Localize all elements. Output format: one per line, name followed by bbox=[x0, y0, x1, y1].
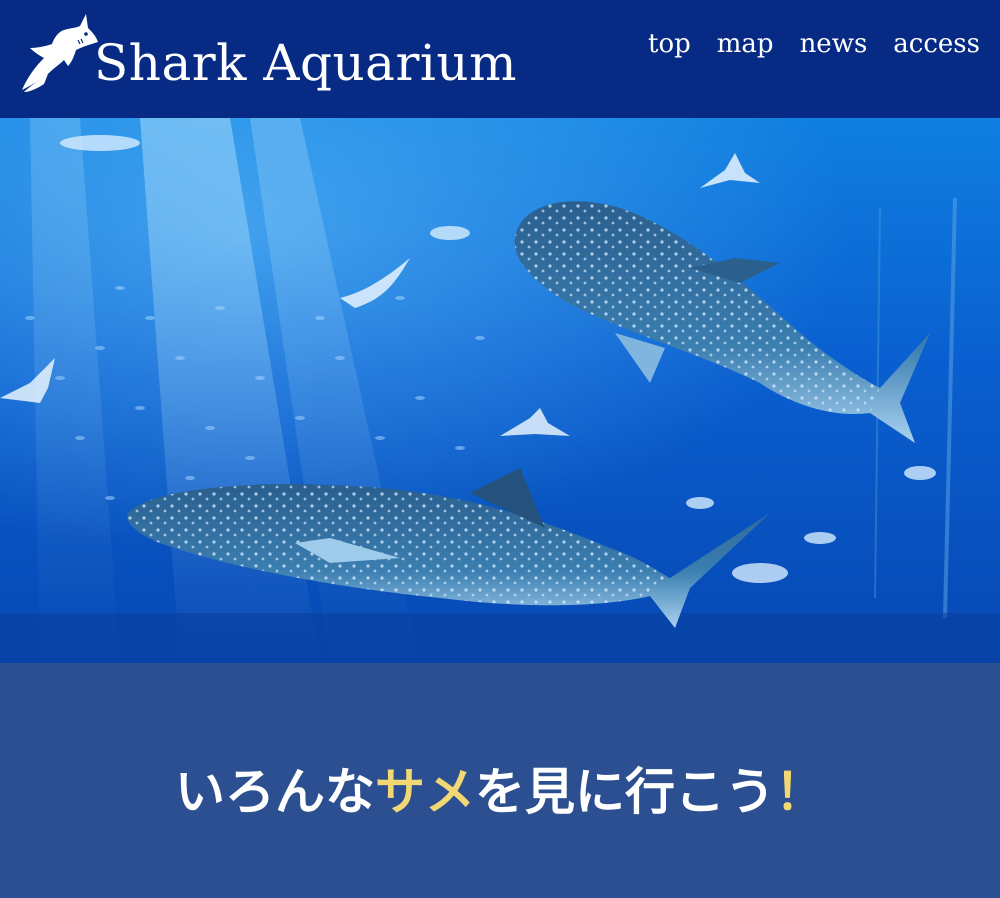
site-title[interactable]: Shark Aquarium bbox=[94, 30, 517, 96]
tagline-text: いろんな bbox=[175, 763, 375, 821]
tagline-highlight: サメ bbox=[375, 763, 475, 821]
hero-image bbox=[0, 118, 1000, 663]
tagline-exclamation: ！ bbox=[775, 763, 825, 821]
nav-top-link[interactable]: top bbox=[648, 26, 691, 62]
tagline: いろんなサメを見に行こう！ bbox=[0, 760, 1000, 824]
tagline-text-end: を見に行こう bbox=[475, 763, 775, 821]
nav-news-link[interactable]: news bbox=[800, 26, 868, 62]
shark-logo-icon[interactable] bbox=[14, 10, 100, 96]
main-nav: top map news access bbox=[648, 26, 980, 62]
site-header: Shark Aquarium top map news access bbox=[0, 0, 1000, 118]
nav-access-link[interactable]: access bbox=[893, 26, 980, 62]
nav-map-link[interactable]: map bbox=[717, 26, 774, 62]
